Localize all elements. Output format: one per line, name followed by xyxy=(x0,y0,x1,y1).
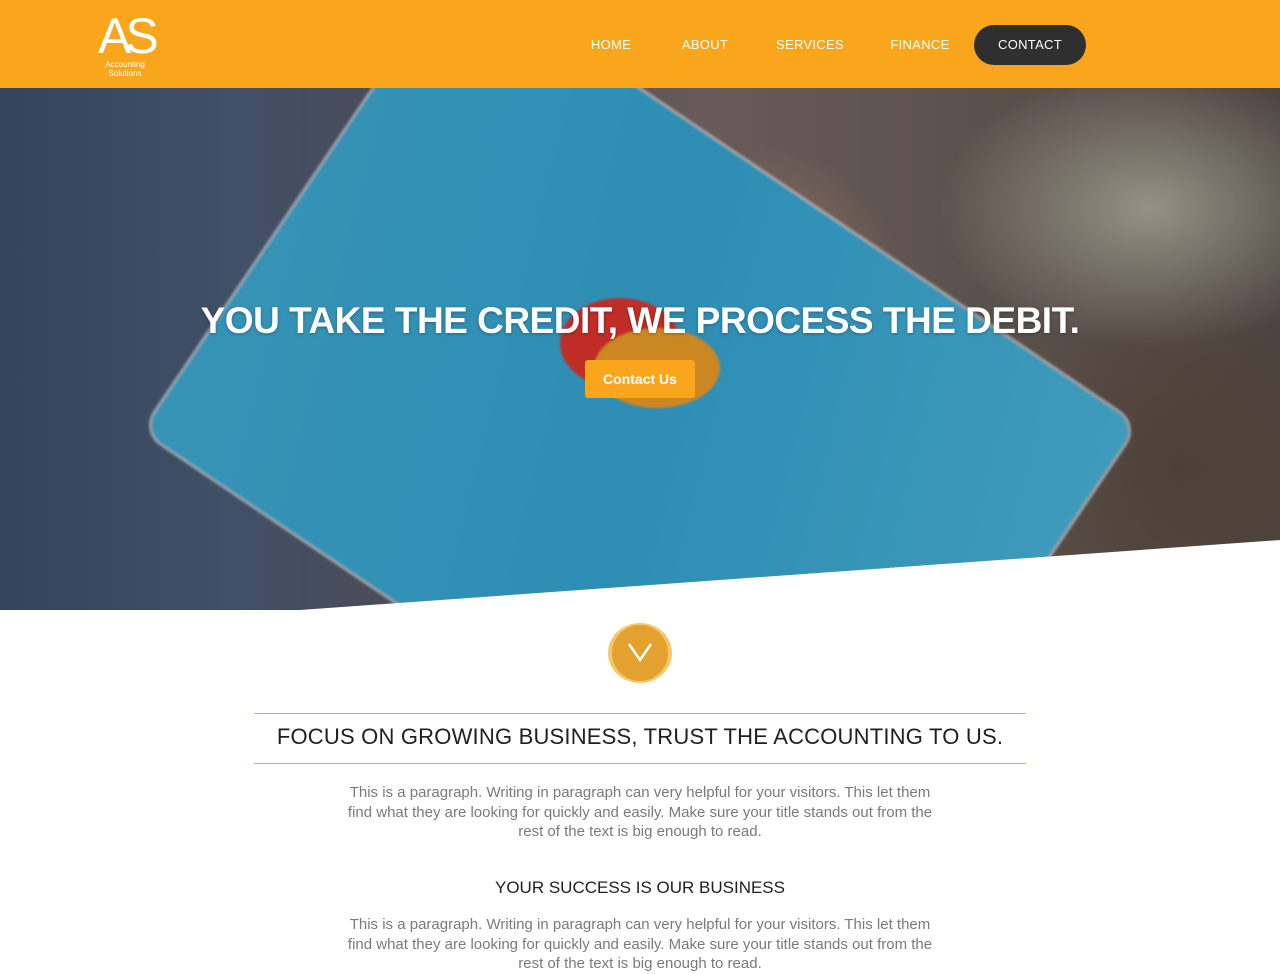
logo-text-line2: Solutions xyxy=(108,69,142,78)
nav-home-link[interactable]: HOME xyxy=(585,25,637,65)
hero-title: YOU TAKE THE CREDIT, WE PROCESS THE DEBI… xyxy=(200,300,1080,341)
scroll-down-button[interactable] xyxy=(608,623,672,683)
contact-us-button[interactable]: Contact Us xyxy=(585,360,695,398)
section-heading: FOCUS ON GROWING BUSINESS, TRUST THE ACC… xyxy=(276,724,1004,749)
heading-rule-bottom xyxy=(254,763,1026,764)
nav-services-link[interactable]: SERVICES xyxy=(772,25,848,65)
nav-contact-button[interactable]: CONTACT xyxy=(974,25,1086,65)
nav-finance-link[interactable]: FINANCE xyxy=(886,25,954,65)
nav-about-link[interactable]: ABOUT xyxy=(676,25,734,65)
chevron-down-icon xyxy=(627,643,653,663)
intro-paragraph: This is a paragraph. Writing in paragrap… xyxy=(347,784,933,840)
section-subheading: YOUR SUCCESS IS OUR BUSINESS xyxy=(494,878,785,897)
main-nav: HOME ABOUT SERVICES FINANCE CONTACT xyxy=(0,25,1280,65)
hero-diagonal-edge xyxy=(300,540,1280,610)
hero-banner: YOU TAKE THE CREDIT, WE PROCESS THE DEBI… xyxy=(0,88,1280,610)
site-header: AS Accounting Solutions HOME ABOUT SERVI… xyxy=(0,0,1280,88)
heading-rule-top xyxy=(254,713,1026,714)
success-paragraph: This is a paragraph. Writing in paragrap… xyxy=(347,916,933,972)
